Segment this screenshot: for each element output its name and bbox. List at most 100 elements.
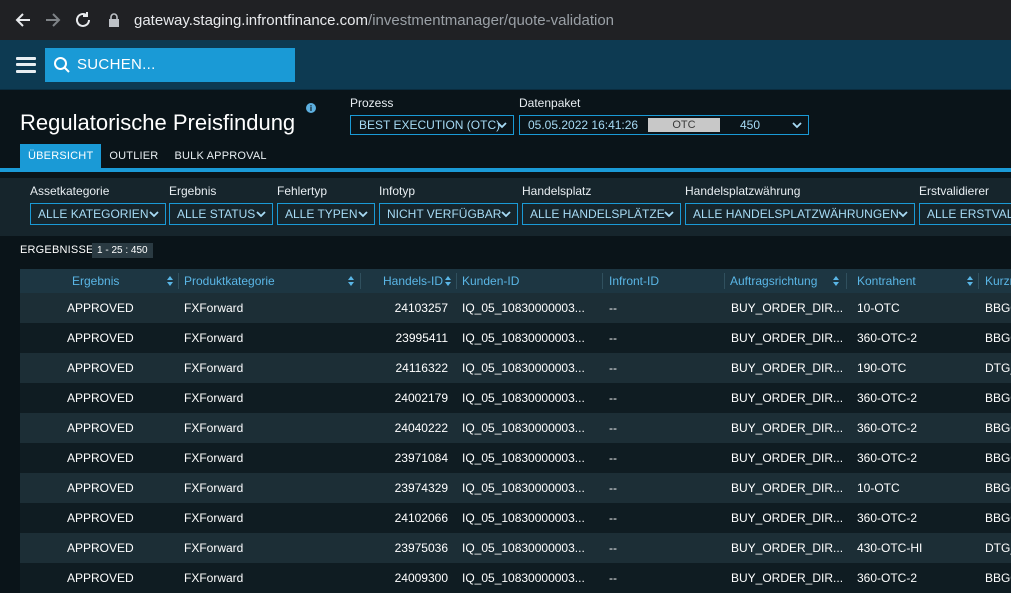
cell-kurzname: BBG0 (985, 301, 1011, 315)
cell-infront-id: -- (609, 571, 617, 585)
filter-fehlertyp[interactable]: ALLE TYPEN (277, 203, 375, 225)
cell-kontrahent: 10-OTC (857, 301, 900, 315)
cell-kontrahent: 10-OTC (857, 481, 900, 495)
table-row[interactable]: APPROVED FXForward 24116322 IQ_05_108300000… (20, 353, 1011, 383)
sort-icon[interactable] (166, 275, 174, 287)
lock-icon (108, 13, 122, 27)
cell-auftragsrichtung: BUY_ORDER_DIR... (731, 481, 843, 495)
table-row[interactable]: APPROVED FXForward 23995411 IQ_05_108300000… (20, 323, 1011, 353)
table-row[interactable]: APPROVED FXForward 24002179 IQ_05_108300000… (20, 383, 1011, 413)
cell-kunden-id: IQ_05_10830000003... (462, 481, 585, 495)
datenpaket-label: Datenpaket (519, 96, 581, 110)
chevron-down-icon (792, 122, 802, 129)
sort-icon[interactable] (444, 275, 452, 287)
cell-kunden-id: IQ_05_10830000003... (462, 331, 585, 345)
filter-panel: Assetkategorie ALLE KATEGORIEN Ergebnis … (0, 178, 1011, 236)
filter-label-assetkategorie: Assetkategorie (30, 184, 110, 198)
cell-infront-id: -- (609, 331, 617, 345)
column-separator (846, 273, 847, 289)
datenpaket-select[interactable]: 05.05.2022 16:41:26 OTC 450 (519, 115, 809, 135)
results-bar: ERGEBNISSE 1 - 25 : 450 (0, 236, 1011, 264)
tab-bulk-approval[interactable]: BULK APPROVAL (166, 144, 274, 168)
table-row[interactable]: APPROVED FXForward 24009300 IQ_05_108300000… (20, 563, 1011, 593)
filter-handelsplatz[interactable]: ALLE HANDELSPLÄTZE (522, 203, 681, 225)
filter-label-ergebnis: Ergebnis (169, 184, 217, 198)
reload-icon[interactable] (68, 5, 98, 35)
prozess-select[interactable]: BEST EXECUTION (OTC) (350, 115, 514, 135)
cell-kurzname: BBG0 (985, 451, 1011, 465)
cell-kurzname: DTG_ (985, 361, 1011, 375)
cell-auftragsrichtung: BUY_ORDER_DIR... (731, 511, 843, 525)
filter-ergebnis[interactable]: ALLE STATUS (169, 203, 273, 225)
table-row[interactable]: APPROVED FXForward 23971084 IQ_05_108300000… (20, 443, 1011, 473)
filter-value: ALLE TYPEN (285, 207, 358, 221)
cell-kunden-id: IQ_05_10830000003... (462, 391, 585, 405)
filter-value: ALLE KATEGORIEN (38, 207, 149, 221)
column-separator (178, 273, 179, 289)
cell-kontrahent: 360-OTC-2 (857, 391, 918, 405)
chevron-down-icon (256, 211, 266, 218)
column-header-kontrahent[interactable]: Kontrahent (857, 269, 916, 293)
column-header-ergebnis[interactable]: Ergebnis (72, 269, 119, 293)
cell-auftragsrichtung: BUY_ORDER_DIR... (731, 301, 843, 315)
cell-infront-id: -- (609, 511, 617, 525)
column-header-handels-id[interactable]: Handels-ID (383, 269, 443, 293)
chevron-down-icon (898, 211, 908, 218)
cell-infront-id: -- (609, 421, 617, 435)
column-separator (360, 273, 361, 289)
cell-kunden-id: IQ_05_10830000003... (462, 451, 585, 465)
filter-label-infotyp: Infotyp (379, 184, 416, 198)
filter-erstvalidierer[interactable]: ALLE ERSTVALI (919, 203, 1011, 225)
cell-infront-id: -- (609, 481, 617, 495)
table-body: APPROVED FXForward 24103257 IQ_05_108300000… (20, 293, 1011, 593)
table-row[interactable]: APPROVED FXForward 24102066 IQ_05_108300000… (20, 503, 1011, 533)
column-header-kurzname[interactable]: Kurzn (985, 269, 1011, 293)
sort-icon[interactable] (966, 275, 974, 287)
cell-kontrahent: 430-OTC-HI (857, 541, 923, 555)
tab-underline (0, 168, 1011, 172)
title-area: Regulatorische Preisfindung i Prozess BE… (0, 90, 1011, 142)
cell-infront-id: -- (609, 541, 617, 555)
url-host: gateway.staging.infrontfinance.com (134, 11, 369, 29)
sort-icon[interactable] (832, 275, 840, 287)
search-placeholder: SUCHEN... (77, 56, 156, 73)
info-icon[interactable]: i (306, 103, 316, 113)
browser-toolbar: gateway.staging.infrontfinance.com/inves… (0, 0, 1011, 40)
address-bar[interactable]: gateway.staging.infrontfinance.com/inves… (108, 5, 1011, 35)
cell-kontrahent: 360-OTC-2 (857, 331, 918, 345)
table-row[interactable]: APPROVED FXForward 23974329 IQ_05_108300000… (20, 473, 1011, 503)
column-header-infront-id[interactable]: Infront-ID (609, 269, 659, 293)
filter-assetkategorie[interactable]: ALLE KATEGORIEN (30, 203, 166, 225)
column-header-auftragsrichtung[interactable]: Auftragsrichtung (730, 269, 817, 293)
cell-auftragsrichtung: BUY_ORDER_DIR... (731, 361, 843, 375)
menu-icon[interactable] (16, 56, 36, 73)
chevron-down-icon (501, 211, 511, 218)
forward-arrow-icon[interactable] (38, 5, 68, 35)
cell-infront-id: -- (609, 451, 617, 465)
table-row[interactable]: APPROVED FXForward 24103257 IQ_05_108300000… (20, 293, 1011, 323)
column-header-kunden-id[interactable]: Kunden-ID (462, 269, 519, 293)
chevron-down-icon (497, 122, 507, 129)
column-header-produktkategorie[interactable]: Produktkategorie (184, 269, 275, 293)
cell-handels-id: 23971084 (394, 451, 448, 465)
cell-handels-id: 24040222 (394, 421, 448, 435)
results-count-badge: 1 - 25 : 450 (92, 243, 153, 258)
filter-handelsplatzwaehrung[interactable]: ALLE HANDELSPLATZWÄHRUNGEN (685, 203, 915, 225)
cell-auftragsrichtung: BUY_ORDER_DIR... (731, 451, 843, 465)
cell-infront-id: -- (609, 391, 617, 405)
table-row[interactable]: APPROVED FXForward 23975036 IQ_05_108300000… (20, 533, 1011, 563)
table-row[interactable]: APPROVED FXForward 24040222 IQ_05_108300000… (20, 413, 1011, 443)
back-arrow-icon[interactable] (8, 5, 38, 35)
cell-kontrahent: 360-OTC-2 (857, 451, 918, 465)
column-separator (456, 273, 457, 289)
tab-uebersicht[interactable]: ÜBERSICHT (20, 144, 102, 168)
sort-icon[interactable] (347, 275, 355, 287)
filter-label-fehlertyp: Fehlertyp (277, 184, 328, 198)
cell-kurzname: BBG0 (985, 571, 1011, 585)
results-label: ERGEBNISSE (20, 244, 94, 256)
search-input[interactable]: SUCHEN... (45, 47, 295, 82)
cell-auftragsrichtung: BUY_ORDER_DIR... (731, 421, 843, 435)
filter-value: ALLE STATUS (177, 207, 256, 221)
tab-outlier[interactable]: OUTLIER (101, 144, 166, 168)
filter-infotyp[interactable]: NICHT VERFÜGBAR (379, 203, 518, 225)
